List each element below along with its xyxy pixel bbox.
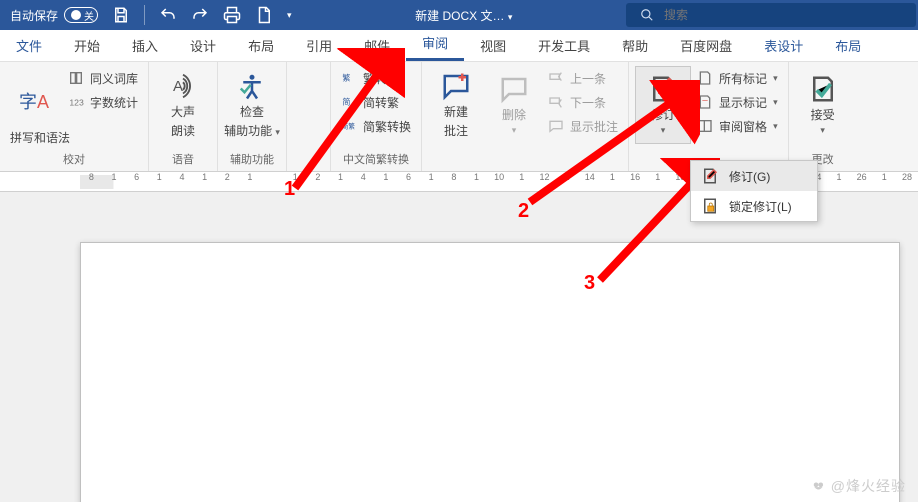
group-speech: A 大声朗读 语音 (149, 62, 218, 171)
display-for-review-select[interactable]: 所有标记 ▾ (693, 66, 782, 90)
show-comments-icon (548, 118, 564, 134)
search-icon (640, 8, 654, 22)
check-accessibility-button[interactable]: 检查辅助功能 ▾ (224, 66, 280, 144)
show-markup-icon (697, 94, 713, 110)
delete-comment-button: 删除▾ (486, 66, 542, 144)
watermark: @烽火经验 (812, 476, 906, 496)
count-icon: 123 (68, 94, 84, 110)
spelling-grammar-button[interactable]: 拼写和语法 (6, 125, 142, 149)
chinese-convert-button[interactable]: 简繁简繁转换 (337, 114, 415, 138)
tab-baidu[interactable]: 百度网盘 (664, 30, 748, 61)
tab-layout[interactable]: 布局 (232, 30, 290, 61)
group-label-speech: 语音 (155, 149, 211, 169)
svg-text:A: A (173, 78, 183, 95)
tab-table-layout[interactable]: 布局 (819, 30, 877, 61)
svg-text:简: 简 (342, 97, 350, 107)
tab-design[interactable]: 设计 (174, 30, 232, 61)
thesaurus-button[interactable]: 同义词库 (64, 66, 142, 90)
document-title[interactable]: 新建 DOCX 文… ▾ (302, 7, 626, 24)
comment-icon (441, 71, 471, 101)
ribbon: 字A 同义词库 123字数统计 拼写和语法 校对 A 大声朗读 语音 检查辅助功… (0, 62, 918, 172)
track-changes-button[interactable]: 修订▾ (635, 66, 691, 144)
tab-review[interactable]: 审阅 (406, 27, 464, 61)
search-input[interactable] (664, 8, 902, 22)
svg-text:简繁: 简繁 (342, 122, 356, 131)
group-comments: 新建批注 删除▾ 上一条 下一条 显示批注 (422, 62, 629, 171)
show-comments-button: 显示批注 (544, 114, 622, 138)
annotation-number-3: 3 (584, 272, 595, 295)
reviewing-pane-button[interactable]: 审阅窗格 ▾ (693, 114, 782, 138)
group-chinese-conversion: 繁繁转简 简简转繁 简繁简繁转换 中文简繁转换 (331, 62, 422, 171)
tab-references[interactable]: 引用 (290, 30, 348, 61)
group-label-proofing: 校对 (6, 149, 142, 169)
convert-icon: 简繁 (341, 118, 357, 134)
tab-help[interactable]: 帮助 (606, 30, 664, 61)
save-icon[interactable] (112, 6, 130, 24)
print-icon[interactable] (223, 6, 241, 24)
tab-home[interactable]: 开始 (58, 30, 116, 61)
group-proofing: 字A 同义词库 123字数统计 拼写和语法 校对 (0, 62, 149, 171)
annotation-number-2: 2 (518, 200, 529, 223)
tab-insert[interactable]: 插入 (116, 30, 174, 61)
tab-mailings[interactable]: 邮件 (348, 30, 406, 61)
page (80, 242, 900, 502)
trad-to-simp-button[interactable]: 繁繁转简 (337, 66, 415, 90)
speaker-icon: A (168, 71, 198, 101)
s2t-icon: 简 (341, 94, 357, 110)
doc-markup-icon (697, 70, 713, 86)
pane-icon (697, 118, 713, 134)
document-workspace[interactable]: ↵↵↵↵↵↵↵↵↵↵↵↵↵↵↵↵↵↵↵↵↵↵↵↵↵↵↵↵ @烽火经验 (0, 192, 918, 502)
simp-to-trad-button[interactable]: 简简转繁 (337, 90, 415, 114)
group-label-accessibility: 辅助功能 (224, 149, 280, 169)
dropdown-track-changes[interactable]: 修订(G) (691, 161, 817, 191)
svg-text:123: 123 (69, 97, 84, 107)
new-doc-icon[interactable] (255, 6, 273, 24)
tab-file[interactable]: 文件 (0, 30, 58, 61)
next-icon (548, 94, 564, 110)
undo-icon[interactable] (159, 6, 177, 24)
read-aloud-button[interactable]: A 大声朗读 (155, 66, 211, 144)
prev-comment-button: 上一条 (544, 66, 622, 90)
redo-icon[interactable] (191, 6, 209, 24)
group-tracking: 修订▾ 所有标记 ▾ 显示标记 ▾ 审阅窗格 ▾ (629, 62, 789, 171)
title-bar: 自动保存 关 ▾ 新建 DOCX 文… ▾ (0, 0, 918, 30)
lock-icon (701, 197, 719, 215)
tab-view[interactable]: 视图 (464, 30, 522, 61)
prev-icon (548, 70, 564, 86)
delete-comment-icon (499, 74, 529, 104)
accessibility-icon (237, 71, 267, 101)
tab-developer[interactable]: 开发工具 (522, 30, 606, 61)
quick-access-toolbar: 自动保存 关 ▾ (0, 5, 302, 25)
search-box[interactable] (626, 3, 916, 27)
book-icon (68, 70, 84, 86)
t2s-icon: 繁 (341, 70, 357, 86)
autosave-toggle[interactable]: 自动保存 关 (10, 7, 98, 24)
group-label-chinese: 中文简繁转换 (337, 149, 415, 169)
svg-text:繁: 繁 (342, 73, 350, 83)
next-comment-button: 下一条 (544, 90, 622, 114)
group-accessibility: 检查辅助功能 ▾ 辅助功能 (218, 62, 287, 171)
track-changes-icon (648, 74, 678, 104)
dropdown-lock-tracking[interactable]: 锁定修订(L) (691, 191, 817, 221)
group-language-hidden (287, 62, 331, 171)
ribbon-tabs: 文件 开始 插入 设计 布局 引用 邮件 审阅 视图 开发工具 帮助 百度网盘 … (0, 30, 918, 62)
show-markup-button[interactable]: 显示标记 ▾ (693, 90, 782, 114)
accept-button[interactable]: 接受▾ (795, 66, 851, 144)
accept-icon (808, 74, 838, 104)
new-comment-button[interactable]: 新建批注 (428, 66, 484, 144)
track-changes-dropdown: 修订(G) 锁定修订(L) (690, 160, 818, 222)
track-icon (701, 167, 719, 185)
tab-table-design[interactable]: 表设计 (748, 30, 819, 61)
group-changes: 接受▾ 更改 (789, 62, 857, 171)
annotation-number-1: 1 (284, 178, 295, 201)
wordcount-button[interactable]: 123字数统计 (64, 90, 142, 114)
qat-customize-icon[interactable]: ▾ (287, 10, 292, 21)
